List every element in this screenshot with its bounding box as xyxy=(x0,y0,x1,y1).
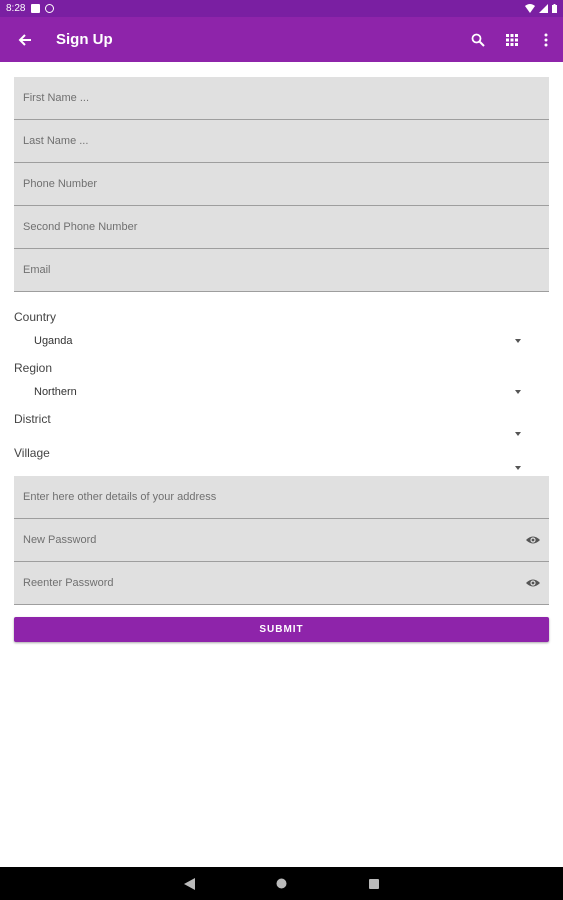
district-select[interactable] xyxy=(14,426,549,442)
phone-number-placeholder: Phone Number xyxy=(23,178,97,190)
village-select[interactable] xyxy=(14,460,549,476)
region-label: Region xyxy=(14,361,53,375)
second-phone-placeholder: Second Phone Number xyxy=(23,221,138,233)
eye-icon[interactable] xyxy=(525,575,541,591)
reenter-password-field[interactable]: Reenter Password xyxy=(14,562,549,605)
status-bar: 8:28 xyxy=(0,0,563,17)
nav-back-button[interactable] xyxy=(180,874,200,894)
search-icon xyxy=(471,33,485,47)
home-circle-icon xyxy=(276,878,287,889)
back-arrow-icon xyxy=(18,33,31,46)
battery-icon xyxy=(552,4,557,13)
country-value: Uganda xyxy=(34,334,73,347)
wifi-icon xyxy=(525,4,535,13)
grid-icon xyxy=(506,33,518,46)
reenter-password-placeholder: Reenter Password xyxy=(23,577,114,589)
first-name-placeholder: First Name ... xyxy=(23,92,90,104)
village-label: Village xyxy=(14,446,50,460)
second-phone-field[interactable]: Second Phone Number xyxy=(14,206,549,249)
more-vert-icon xyxy=(544,33,548,46)
recents-square-icon xyxy=(368,878,379,889)
chevron-down-icon xyxy=(515,432,521,436)
region-value: Northern xyxy=(34,385,77,398)
signup-form: First Name ... Last Name ... Phone Numbe… xyxy=(14,77,549,642)
submit-button[interactable]: SUBMIT xyxy=(14,617,549,642)
triangle-back-icon xyxy=(184,877,195,890)
signal-icon xyxy=(539,4,548,13)
region-select[interactable]: Northern xyxy=(14,375,549,408)
chevron-down-icon xyxy=(515,389,521,394)
page-title: Sign Up xyxy=(56,31,113,48)
address-details-field[interactable]: Enter here other details of your address xyxy=(14,476,549,519)
phone-number-field[interactable]: Phone Number xyxy=(14,163,549,206)
nav-recents-button[interactable] xyxy=(364,874,384,894)
first-name-field[interactable]: First Name ... xyxy=(14,77,549,120)
chevron-down-icon xyxy=(515,338,521,343)
more-options-button[interactable] xyxy=(529,17,563,62)
country-label: Country xyxy=(14,310,57,324)
address-details-placeholder: Enter here other details of your address xyxy=(23,491,217,503)
nav-home-button[interactable] xyxy=(272,874,292,894)
district-label: District xyxy=(14,412,51,426)
status-time: 8:28 xyxy=(6,3,26,14)
email-field[interactable]: Email xyxy=(14,249,549,292)
back-button[interactable] xyxy=(0,17,50,62)
last-name-placeholder: Last Name ... xyxy=(23,135,89,147)
new-password-field[interactable]: New Password xyxy=(14,519,549,562)
last-name-field[interactable]: Last Name ... xyxy=(14,120,549,163)
email-placeholder: Email xyxy=(23,264,51,276)
search-button[interactable] xyxy=(461,17,495,62)
navigation-bar xyxy=(0,867,563,900)
app-bar: Sign Up xyxy=(0,17,563,62)
country-select[interactable]: Uganda xyxy=(14,324,549,357)
eye-icon[interactable] xyxy=(525,532,541,548)
notification-circle-icon xyxy=(45,4,55,13)
notification-doc-icon xyxy=(31,4,41,13)
grid-button[interactable] xyxy=(495,17,529,62)
new-password-placeholder: New Password xyxy=(23,534,97,546)
chevron-down-icon xyxy=(515,466,521,470)
